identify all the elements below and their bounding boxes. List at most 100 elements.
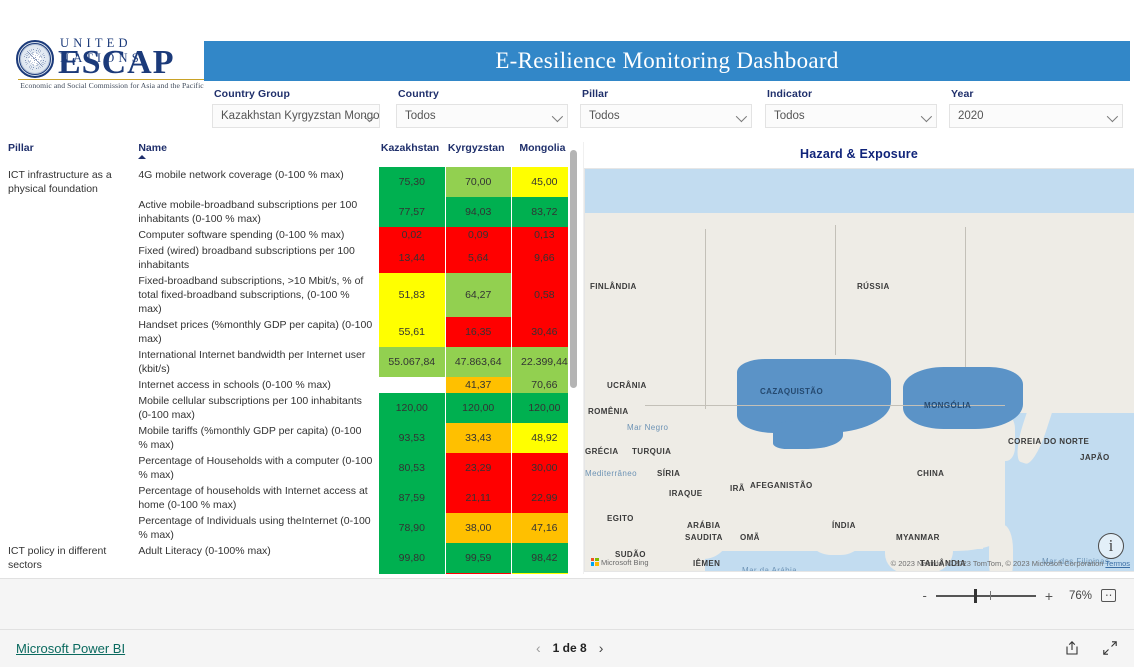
table-cell-value[interactable]: 38,00 — [445, 513, 512, 543]
zoom-slider-thumb[interactable] — [973, 588, 977, 603]
map-info-icon[interactable]: i — [1098, 533, 1124, 559]
table-cell-value[interactable]: 55,61 — [378, 317, 446, 347]
table-cell-value[interactable]: 13,44 — [378, 243, 446, 273]
table-cell-indicator-name: Internet access in schools (0-100 % max) — [138, 379, 331, 391]
table-row[interactable]: Cybersecurity (0-1max)0,780,250,47 — [8, 573, 578, 574]
table-row[interactable]: ICT infrastructure as a physical foundat… — [8, 167, 578, 197]
table-cell-value[interactable]: 23,29 — [445, 453, 512, 483]
fullscreen-icon[interactable] — [1102, 640, 1118, 656]
table-row[interactable]: International Internet bandwidth per Int… — [8, 347, 578, 377]
table-scrollbar[interactable] — [568, 146, 578, 574]
filter-country-label: Country — [398, 88, 439, 100]
table-cell-value[interactable]: 41,37 — [445, 377, 512, 393]
table-cell-value[interactable]: 0,02 — [378, 227, 446, 243]
chevron-left-icon[interactable]: ‹ — [536, 640, 541, 656]
table-cell-value[interactable]: 94,03 — [445, 197, 512, 227]
zoom-in-button[interactable]: + — [1045, 589, 1053, 603]
column-header-name[interactable]: Name — [138, 142, 379, 167]
table-row[interactable]: Percentage of Individuals using theInter… — [8, 513, 578, 543]
table-cell-value[interactable]: 70,00 — [445, 167, 512, 197]
map-title: Hazard & Exposure — [799, 147, 919, 161]
table-cell-value[interactable]: 64,27 — [445, 273, 512, 317]
indicator-matrix-panel: Pillar Name Kazakhstan Kyrgyzstan Mongol… — [8, 142, 578, 574]
filter-pillar-label: Pillar — [582, 88, 609, 100]
table-cell-value[interactable]: 0,78 — [378, 573, 446, 574]
map-label: COREIA DO NORTE — [1008, 437, 1090, 446]
map-label: IÊMEN — [693, 559, 721, 568]
table-cell-value[interactable]: 80,53 — [378, 453, 446, 483]
mongolia-highlight[interactable] — [903, 367, 1023, 429]
map-label: JAPÃO — [1080, 453, 1110, 462]
table-cell-indicator-name: Mobile cellular subscriptions per 100 in… — [138, 395, 362, 421]
filter-country-value: Todos — [405, 110, 436, 122]
map-label: IRAQUE — [669, 489, 703, 498]
table-cell-value[interactable] — [378, 377, 446, 393]
share-icon[interactable] — [1064, 640, 1080, 656]
filter-pillar-select[interactable]: Todos — [580, 104, 752, 128]
column-header-mongolia-label: Mongolia — [519, 142, 566, 154]
table-row[interactable]: Internet access in schools (0-100 % max)… — [8, 377, 578, 393]
table-cell-value[interactable]: 75,30 — [378, 167, 446, 197]
map-label: CHINA — [917, 469, 945, 478]
table-row[interactable]: Active mobile-broadband subscriptions pe… — [8, 197, 578, 227]
filter-year-select[interactable]: 2020 — [949, 104, 1123, 128]
table-cell-value[interactable]: 51,83 — [378, 273, 446, 317]
table-row[interactable]: Mobile cellular subscriptions per 100 in… — [8, 393, 578, 423]
map-label: Mar da Arábia — [742, 566, 798, 572]
map-canvas[interactable]: FINLÂNDIA RÚSSIA UCRÂNIA ROMÊNIA Mar Negro CA… — [584, 168, 1134, 572]
table-cell-value[interactable]: 99,59 — [445, 543, 512, 573]
column-header-kazakhstan[interactable]: Kazakhstan — [378, 142, 446, 167]
map-label: MONGÓLIA — [924, 401, 972, 410]
table-header-row: Pillar Name Kazakhstan Kyrgyzstan Mongol… — [8, 142, 578, 167]
table-cell-indicator-name: Fixed-broadband subscriptions, >10 Mbit/… — [138, 275, 364, 315]
chevron-down-icon — [551, 110, 564, 123]
map-attribution: © 2023 Navinfo, © 2023 TomTom, © 2023 Mi… — [891, 559, 1130, 568]
table-row[interactable]: Mobile tariffs (%monthly GDP per capita)… — [8, 423, 578, 453]
column-header-kyrgyzstan[interactable]: Kyrgyzstan — [445, 142, 512, 167]
escap-logo: UNITED NATIONS ESCAP Economic and Social… — [8, 34, 206, 90]
table-cell-value[interactable]: 93,53 — [378, 423, 446, 453]
filter-year-label: Year — [951, 88, 974, 100]
chevron-down-icon — [735, 110, 748, 123]
fit-to-page-icon[interactable] — [1101, 586, 1116, 602]
table-cell-value[interactable]: 77,57 — [378, 197, 446, 227]
table-row[interactable]: Percentage of Households with a computer… — [8, 453, 578, 483]
table-cell-value[interactable]: 120,00 — [445, 393, 512, 423]
table-row[interactable]: Percentage of households with Internet a… — [8, 483, 578, 513]
table-scrollbar-thumb[interactable] — [570, 150, 577, 388]
table-row[interactable]: Handset prices (%monthly GDP per capita)… — [8, 317, 578, 347]
table-row[interactable]: Fixed-broadband subscriptions, >10 Mbit/… — [8, 273, 578, 317]
table-cell-value[interactable]: 78,90 — [378, 513, 446, 543]
table-cell-value[interactable]: 120,00 — [378, 393, 446, 423]
filter-country-group-label: Country Group — [214, 88, 290, 100]
table-row[interactable]: ICT policy in different sectors Adult Lit… — [8, 543, 578, 573]
chevron-right-icon[interactable]: › — [599, 640, 604, 656]
map-terms-link[interactable]: Termos — [1105, 559, 1130, 568]
column-header-pillar[interactable]: Pillar — [8, 142, 139, 167]
kazakhstan-highlight-south[interactable] — [773, 421, 843, 449]
table-cell-value[interactable]: 47.863,64 — [445, 347, 512, 377]
table-cell-value[interactable]: 5,64 — [445, 243, 512, 273]
dashboard-page: UNITED NATIONS ESCAP Economic and Social… — [0, 0, 1134, 667]
filter-country-select[interactable]: Todos — [396, 104, 568, 128]
table-cell-value[interactable]: 33,43 — [445, 423, 512, 453]
microsoft-power-bi-link[interactable]: Microsoft Power BI — [16, 641, 125, 656]
zoom-level-label: 76% — [1068, 589, 1092, 602]
table-cell-value[interactable]: 99,80 — [378, 543, 446, 573]
table-row[interactable]: Fixed (wired) broadband subscriptions pe… — [8, 243, 578, 273]
table-cell-value[interactable]: 21,11 — [445, 483, 512, 513]
zoom-slider[interactable] — [935, 588, 1036, 603]
table-cell-value[interactable]: 16,35 — [445, 317, 512, 347]
table-cell-value[interactable]: 0,09 — [445, 227, 512, 243]
filter-country-group-select[interactable]: Kazakhstan Kyrgyzstan Mongolia — [212, 104, 380, 128]
map-attribution-text: © 2023 Navinfo, © 2023 TomTom, © 2023 Mi… — [890, 559, 1104, 568]
table-cell-pillar — [8, 573, 138, 574]
table-cell-value[interactable]: 0,25 — [445, 573, 512, 574]
table-row[interactable]: Computer software spending (0-100 % max)… — [8, 227, 578, 243]
column-header-pillar-label: Pillar — [8, 142, 34, 154]
bing-maps-logo: Microsoft Bing — [591, 557, 649, 567]
zoom-out-button[interactable]: - — [922, 589, 926, 602]
filter-indicator-select[interactable]: Todos — [765, 104, 937, 128]
table-cell-value[interactable]: 55.067,84 — [378, 347, 446, 377]
table-cell-value[interactable]: 87,59 — [378, 483, 446, 513]
